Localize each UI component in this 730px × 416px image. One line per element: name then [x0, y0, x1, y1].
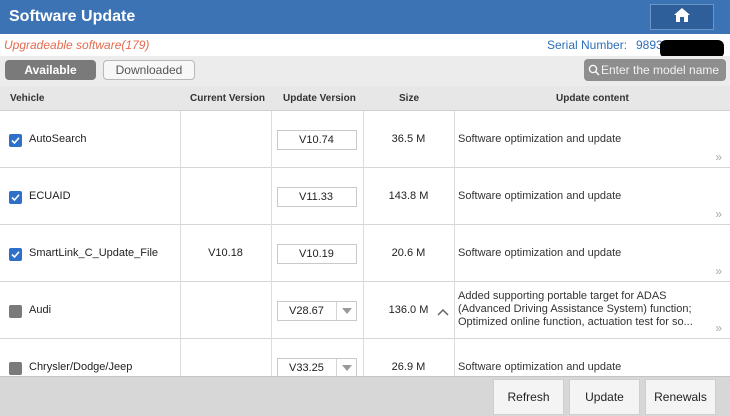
table-row[interactable]: ECUAID V11.33 143.8 M Software optimization… [0, 168, 730, 225]
file-size: 36.5 M [391, 133, 426, 145]
update-content: Software optimization and update [458, 361, 622, 373]
dropdown-arrow-icon[interactable] [336, 302, 356, 320]
checkmark-icon [11, 250, 20, 259]
vehicle-name: ECUAID [29, 190, 71, 202]
checkmark-icon [11, 136, 20, 145]
search-box[interactable] [584, 59, 726, 81]
checkmark-icon [11, 193, 20, 202]
table-header: Vehicle Current Version Update Version S… [0, 86, 730, 111]
column-divider [454, 225, 455, 282]
expand-more-icon[interactable]: » [715, 150, 722, 164]
column-divider [271, 282, 272, 339]
table-row[interactable]: Chrysler/Dodge/Jeep V33.25 26.9 M Software … [0, 339, 730, 376]
update-version-value: V10.74 [299, 134, 334, 146]
file-size: 143.8 M [388, 190, 429, 202]
row-checkbox[interactable] [9, 305, 22, 318]
update-content: Software optimization and update [458, 190, 622, 202]
search-input[interactable] [601, 63, 723, 77]
title-bar: Software Update [0, 0, 730, 34]
home-icon [673, 7, 691, 28]
home-button[interactable] [650, 4, 714, 30]
column-divider [271, 225, 272, 282]
update-version-select[interactable]: V28.67 [277, 301, 357, 321]
expand-more-icon[interactable]: » [715, 321, 722, 335]
update-version-select[interactable]: V33.25 [277, 358, 357, 376]
vehicle-name: AutoSearch [29, 133, 87, 145]
file-size: 26.9 M [391, 361, 426, 373]
vehicle-name: Audi [29, 304, 52, 316]
column-header-update-version: Update Version [283, 93, 356, 104]
column-divider [180, 168, 181, 225]
column-header-current-version: Current Version [190, 93, 266, 104]
search-icon [588, 64, 600, 76]
page-title: Software Update [9, 8, 136, 25]
table-row[interactable]: AutoSearch V10.74 36.5 M Software optimizat… [0, 111, 730, 168]
upgradeable-count: Upgradeable software(179) [4, 38, 150, 52]
software-list[interactable]: AutoSearch V10.74 36.5 M Software optimizat… [0, 111, 730, 376]
column-divider [454, 282, 455, 339]
bottom-toolbar: Refresh Update Renewals [0, 376, 730, 416]
collapse-icon[interactable] [437, 303, 449, 321]
column-divider [454, 339, 455, 376]
update-button[interactable]: Update [569, 379, 640, 415]
column-divider [180, 111, 181, 168]
column-header-size: Size [399, 93, 420, 104]
update-version-field[interactable]: V11.33 [277, 187, 357, 207]
update-version-value: V11.33 [299, 191, 334, 203]
update-version-field[interactable]: V10.74 [277, 130, 357, 150]
file-size: 20.6 M [391, 247, 426, 259]
column-header-vehicle: Vehicle [10, 93, 45, 104]
update-version-field[interactable]: V10.19 [277, 244, 357, 264]
column-divider [271, 339, 272, 376]
tab-available[interactable]: Available [5, 60, 96, 80]
current-version: V10.18 [208, 247, 243, 259]
expand-more-icon[interactable]: » [715, 264, 722, 278]
vehicle-name: SmartLink_C_Update_File [29, 247, 159, 259]
row-checkbox[interactable] [9, 248, 22, 261]
serial-number-value: 9893 [636, 38, 663, 52]
row-checkbox[interactable] [9, 134, 22, 147]
column-divider [180, 282, 181, 339]
table-row[interactable]: Audi V28.67 136.0 M Added supporting portab… [0, 282, 730, 339]
update-content: Added supporting portable target for ADA… [458, 290, 693, 328]
row-checkbox[interactable] [9, 191, 22, 204]
column-divider [454, 168, 455, 225]
column-divider [180, 339, 181, 376]
column-header-update-content: Update content [556, 93, 629, 104]
update-version-value: V28.67 [289, 305, 324, 317]
serial-number-label: Serial Number: [547, 38, 628, 52]
update-version-value: V33.25 [289, 362, 324, 374]
column-divider [271, 111, 272, 168]
tab-downloaded[interactable]: Downloaded [103, 60, 195, 80]
column-divider [271, 168, 272, 225]
refresh-button[interactable]: Refresh [493, 379, 564, 415]
tab-bar: Available Downloaded [0, 56, 730, 86]
column-divider [454, 111, 455, 168]
expand-more-icon[interactable]: » [715, 207, 722, 221]
dropdown-arrow-icon[interactable] [336, 359, 356, 376]
table-row[interactable]: SmartLink_C_Update_File V10.18 V10.19 20.6 … [0, 225, 730, 282]
update-version-value: V10.19 [299, 248, 334, 260]
row-checkbox[interactable] [9, 362, 22, 375]
info-bar: Upgradeable software(179) Serial Number:… [0, 34, 730, 56]
renewals-button[interactable]: Renewals [645, 379, 716, 415]
vehicle-name: Chrysler/Dodge/Jeep [29, 361, 133, 373]
update-content: Software optimization and update [458, 247, 622, 259]
update-content: Software optimization and update [458, 133, 622, 145]
